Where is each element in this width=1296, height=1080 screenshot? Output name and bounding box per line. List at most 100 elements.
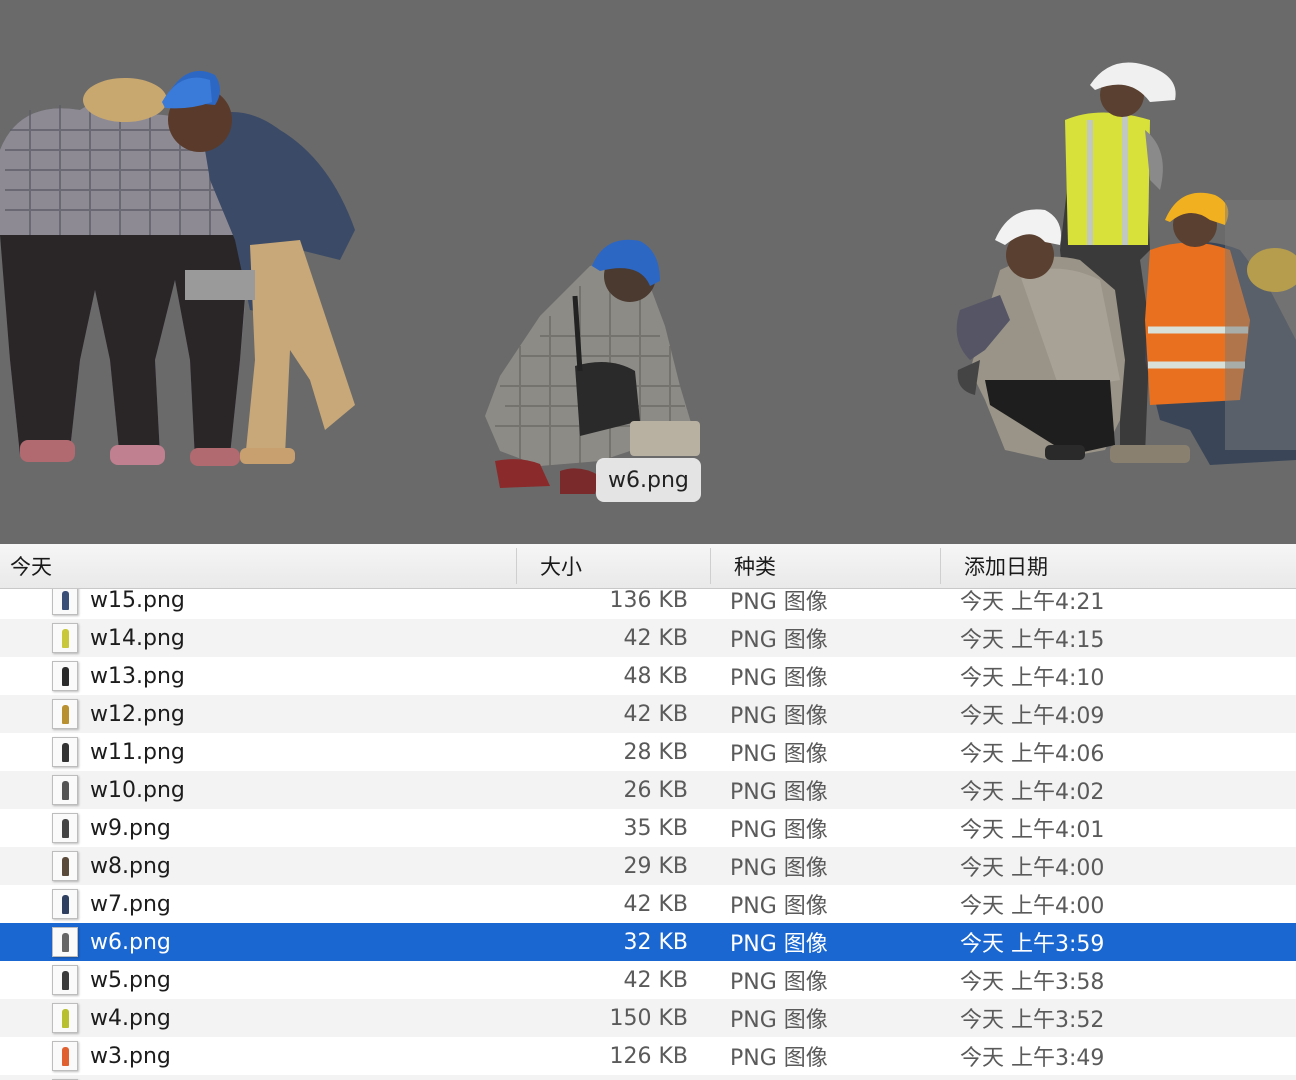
thumbnail-figure-icon xyxy=(62,1047,69,1066)
file-size: 126 KB xyxy=(609,1043,688,1069)
file-kind: PNG 图像 xyxy=(730,742,828,767)
file-size: 42 KB xyxy=(623,701,688,727)
thumbnail-figure-icon xyxy=(62,629,69,648)
file-date-added: 今天 上午4:06 xyxy=(960,742,1105,767)
file-thumbnail-icon xyxy=(52,661,78,691)
file-name: w12.png xyxy=(90,701,185,727)
file-date-added: 今天 上午4:15 xyxy=(960,628,1105,653)
file-size: 150 KB xyxy=(609,1005,688,1031)
column-header-size[interactable]: 大小 xyxy=(540,544,582,588)
file-kind: PNG 图像 xyxy=(730,856,828,881)
file-size: 28 KB xyxy=(623,739,688,765)
file-thumbnail-icon xyxy=(52,1041,78,1071)
column-divider[interactable] xyxy=(940,548,941,584)
file-name: w14.png xyxy=(90,625,185,651)
file-thumbnail-icon xyxy=(52,927,78,957)
file-thumbnail-icon xyxy=(52,813,78,843)
file-date-added: 今天 上午3:59 xyxy=(960,932,1105,957)
file-kind: PNG 图像 xyxy=(730,590,828,615)
thumbnail-figure-icon xyxy=(62,1009,69,1028)
column-header-bar: 今天 大小 种类 添加日期 xyxy=(0,544,1296,589)
file-date-added: 今天 上午4:09 xyxy=(960,704,1105,729)
file-date-added: 今天 上午3:52 xyxy=(960,1008,1105,1033)
thumbnail-figure-icon xyxy=(62,819,69,838)
file-row[interactable]: w3.png 126 KB PNG 图像 今天 上午3:49 xyxy=(0,1037,1296,1075)
file-kind: PNG 图像 xyxy=(730,780,828,805)
file-size: 29 KB xyxy=(623,853,688,879)
file-row[interactable]: w10.png 26 KB PNG 图像 今天 上午4:02 xyxy=(0,771,1296,809)
file-date-added: 今天 上午3:58 xyxy=(960,970,1105,995)
file-size: 48 KB xyxy=(623,663,688,689)
file-row[interactable]: w15.png 136 KB PNG 图像 今天 上午4:21 xyxy=(0,589,1296,619)
file-kind: PNG 图像 xyxy=(730,818,828,843)
file-name: w6.png xyxy=(90,929,171,955)
file-kind: PNG 图像 xyxy=(730,932,828,957)
file-name: w4.png xyxy=(90,1005,171,1031)
file-thumbnail-icon xyxy=(52,965,78,995)
thumbnail-figure-icon xyxy=(62,743,69,762)
column-divider[interactable] xyxy=(710,548,711,584)
file-date-added: 今天 上午4:02 xyxy=(960,780,1105,805)
file-date-added: 今天 上午4:00 xyxy=(960,894,1105,919)
file-thumbnail-icon xyxy=(52,851,78,881)
file-name: w13.png xyxy=(90,663,185,689)
workers-group-right-image xyxy=(956,62,1296,465)
file-kind: PNG 图像 xyxy=(730,1008,828,1033)
file-thumbnail-icon xyxy=(52,737,78,767)
file-name: w7.png xyxy=(90,891,171,917)
image-preview-pane: w6.png xyxy=(0,0,1296,544)
file-row[interactable]: w7.png 42 KB PNG 图像 今天 上午4:00 xyxy=(0,885,1296,923)
thumbnail-figure-icon xyxy=(62,591,69,610)
file-name: w15.png xyxy=(90,589,185,613)
column-header-name[interactable]: 今天 xyxy=(10,544,52,588)
file-thumbnail-icon xyxy=(52,699,78,729)
file-row[interactable]: w13.png 48 KB PNG 图像 今天 上午4:10 xyxy=(0,657,1296,695)
file-date-added: 今天 上午3:49 xyxy=(960,1046,1105,1071)
file-name: w10.png xyxy=(90,777,185,803)
file-name: w9.png xyxy=(90,815,171,841)
file-row[interactable]: w11.png 28 KB PNG 图像 今天 上午4:06 xyxy=(0,733,1296,771)
workers-group-left-image xyxy=(0,70,355,466)
file-thumbnail-icon xyxy=(52,889,78,919)
file-kind: PNG 图像 xyxy=(730,628,828,653)
column-header-kind[interactable]: 种类 xyxy=(734,544,776,588)
file-row[interactable] xyxy=(0,1075,1296,1080)
file-list: w15.png 136 KB PNG 图像 今天 上午4:21 w14.png 42 KB… xyxy=(0,589,1296,1080)
file-row[interactable]: w12.png 42 KB PNG 图像 今天 上午4:09 xyxy=(0,695,1296,733)
file-kind: PNG 图像 xyxy=(730,666,828,691)
column-header-date-added[interactable]: 添加日期 xyxy=(964,544,1048,588)
file-name: w8.png xyxy=(90,853,171,879)
file-row[interactable]: w8.png 29 KB PNG 图像 今天 上午4:00 xyxy=(0,847,1296,885)
file-size: 35 KB xyxy=(623,815,688,841)
thumbnail-figure-icon xyxy=(62,933,69,952)
file-size: 26 KB xyxy=(623,777,688,803)
file-name: w11.png xyxy=(90,739,185,765)
thumbnail-figure-icon xyxy=(62,971,69,990)
file-row[interactable]: w9.png 35 KB PNG 图像 今天 上午4:01 xyxy=(0,809,1296,847)
file-size: 32 KB xyxy=(623,929,688,955)
file-kind: PNG 图像 xyxy=(730,894,828,919)
file-kind: PNG 图像 xyxy=(730,704,828,729)
file-date-added: 今天 上午4:21 xyxy=(960,590,1105,615)
thumbnail-figure-icon xyxy=(62,781,69,800)
file-date-added: 今天 上午4:10 xyxy=(960,666,1105,691)
file-size: 42 KB xyxy=(623,625,688,651)
file-row[interactable]: w14.png 42 KB PNG 图像 今天 上午4:15 xyxy=(0,619,1296,657)
column-divider[interactable] xyxy=(516,548,517,584)
file-thumbnail-icon xyxy=(52,623,78,653)
filename-tooltip: w6.png xyxy=(596,458,701,502)
thumbnail-figure-icon xyxy=(62,895,69,914)
thumbnail-figure-icon xyxy=(62,667,69,686)
file-name: w5.png xyxy=(90,967,171,993)
file-size: 42 KB xyxy=(623,891,688,917)
file-thumbnail-icon xyxy=(52,589,78,615)
file-row[interactable]: w5.png 42 KB PNG 图像 今天 上午3:58 xyxy=(0,961,1296,999)
file-row[interactable]: w4.png 150 KB PNG 图像 今天 上午3:52 xyxy=(0,999,1296,1037)
file-name: w3.png xyxy=(90,1043,171,1069)
file-kind: PNG 图像 xyxy=(730,970,828,995)
file-date-added: 今天 上午4:00 xyxy=(960,856,1105,881)
thumbnail-figure-icon xyxy=(62,857,69,876)
thumbnail-figure-icon xyxy=(62,705,69,724)
file-thumbnail-icon xyxy=(52,1003,78,1033)
file-row[interactable]: w6.png 32 KB PNG 图像 今天 上午3:59 xyxy=(0,923,1296,961)
